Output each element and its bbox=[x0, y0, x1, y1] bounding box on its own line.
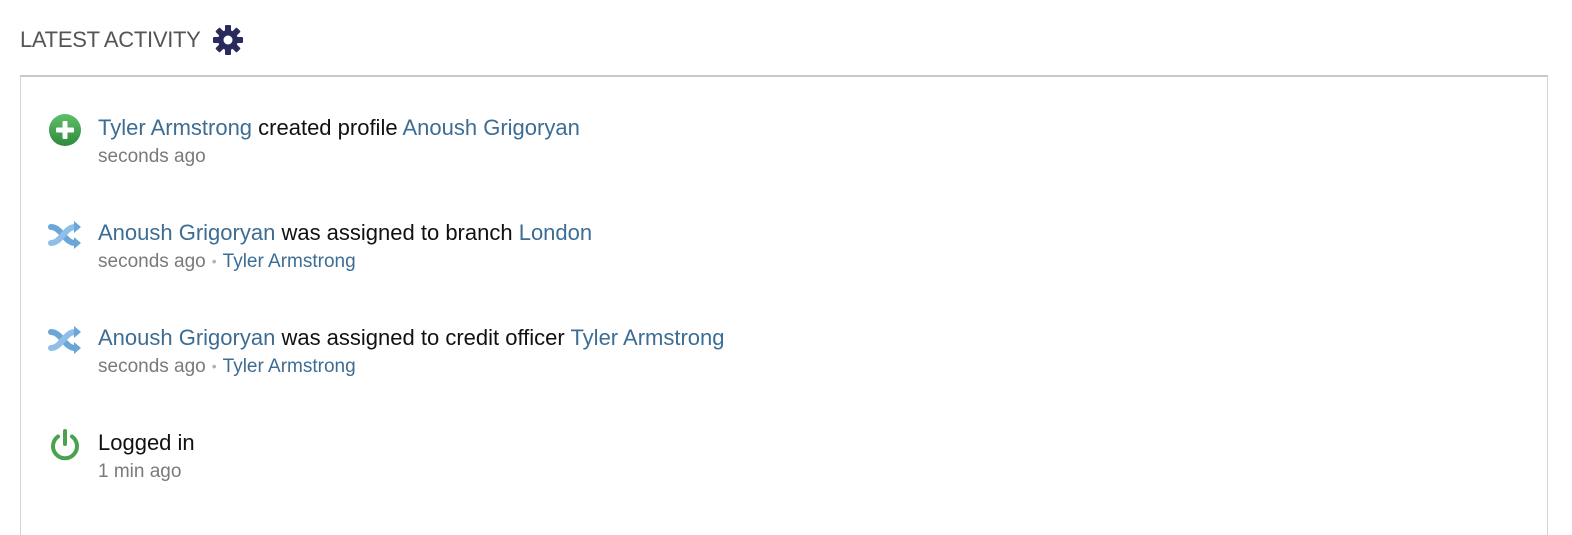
target-link[interactable]: Anoush Grigoryan bbox=[402, 115, 579, 140]
separator-dot: • bbox=[211, 358, 217, 374]
activity-meta: 1 min ago bbox=[98, 458, 195, 486]
actor-link[interactable]: Tyler Armstrong bbox=[98, 115, 252, 140]
by-user-link[interactable]: Tyler Armstrong bbox=[223, 251, 356, 272]
list-item: Logged in 1 min ago bbox=[48, 428, 195, 486]
activity-action: was assigned to credit officer bbox=[275, 325, 571, 350]
activity-content: Tyler Armstrong created profile Anoush G… bbox=[98, 113, 580, 171]
activity-panel: Tyler Armstrong created profile Anoush G… bbox=[20, 75, 1548, 535]
shuffle-assign-icon bbox=[48, 323, 82, 357]
list-item: Tyler Armstrong created profile Anoush G… bbox=[48, 113, 580, 171]
by-user-link[interactable]: Tyler Armstrong bbox=[223, 356, 356, 377]
activity-time: seconds ago bbox=[98, 356, 206, 377]
gear-icon[interactable] bbox=[211, 23, 245, 57]
activity-content: Logged in 1 min ago bbox=[98, 428, 195, 486]
activity-time: seconds ago bbox=[98, 251, 206, 272]
separator-dot: • bbox=[211, 253, 217, 269]
activity-text: Anoush Grigoryan was assigned to credit … bbox=[98, 323, 725, 353]
activity-time: seconds ago bbox=[98, 146, 206, 167]
activity-meta: seconds ago • Tyler Armstrong bbox=[98, 248, 592, 276]
activity-meta: seconds ago bbox=[98, 143, 580, 171]
shuffle-assign-icon bbox=[48, 218, 82, 252]
list-item: Anoush Grigoryan was assigned to branch … bbox=[48, 218, 592, 276]
activity-text: Tyler Armstrong created profile Anoush G… bbox=[98, 113, 580, 143]
section-title: LATEST ACTIVITY bbox=[20, 27, 201, 52]
target-link[interactable]: London bbox=[519, 220, 592, 245]
power-icon bbox=[48, 428, 82, 462]
activity-action: created profile bbox=[252, 115, 403, 140]
activity-meta: seconds ago • Tyler Armstrong bbox=[98, 353, 725, 381]
activity-text: Anoush Grigoryan was assigned to branch … bbox=[98, 218, 592, 248]
activity-time: 1 min ago bbox=[98, 461, 182, 482]
activity-content: Anoush Grigoryan was assigned to branch … bbox=[98, 218, 592, 276]
actor-link[interactable]: Anoush Grigoryan bbox=[98, 325, 275, 350]
add-circle-icon bbox=[48, 113, 82, 147]
target-link[interactable]: Tyler Armstrong bbox=[570, 325, 724, 350]
list-item: Anoush Grigoryan was assigned to credit … bbox=[48, 323, 725, 381]
activity-action: was assigned to branch bbox=[275, 220, 519, 245]
activity-content: Anoush Grigoryan was assigned to credit … bbox=[98, 323, 725, 381]
actor-link[interactable]: Anoush Grigoryan bbox=[98, 220, 275, 245]
activity-text: Logged in bbox=[98, 430, 195, 455]
activity-header: LATEST ACTIVITY bbox=[20, 22, 245, 58]
